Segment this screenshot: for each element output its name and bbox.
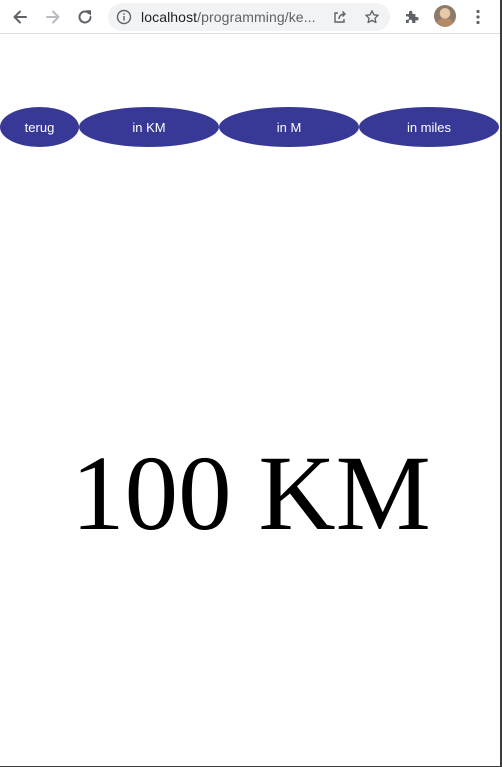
url-host: localhost — [141, 9, 198, 25]
back-arrow-icon[interactable] — [7, 4, 33, 30]
address-bar[interactable]: localhost/programming/ke... — [108, 3, 390, 31]
url-path: /programming/ke... — [197, 9, 316, 25]
back-button[interactable]: terug — [0, 107, 79, 147]
info-icon[interactable] — [116, 9, 132, 25]
miles-button[interactable]: in miles — [359, 107, 499, 147]
distance-value: 100 KM — [71, 435, 431, 553]
km-button[interactable]: in KM — [79, 107, 219, 147]
menu-kebab-icon[interactable] — [465, 4, 491, 30]
browser-toolbar: localhost/programming/ke... — [0, 0, 500, 34]
forward-arrow-icon[interactable] — [40, 4, 66, 30]
unit-nav: terug in KM in M in miles — [0, 107, 500, 147]
share-icon[interactable] — [332, 9, 348, 25]
meters-button[interactable]: in M — [219, 107, 359, 147]
browser-window: localhost/programming/ke... terug in KM … — [0, 0, 502, 767]
url-text: localhost/programming/ke... — [141, 9, 329, 27]
bookmark-star-icon[interactable] — [364, 9, 380, 25]
profile-avatar[interactable] — [434, 5, 456, 27]
extensions-puzzle-icon[interactable] — [399, 4, 425, 30]
reload-icon[interactable] — [72, 4, 98, 30]
